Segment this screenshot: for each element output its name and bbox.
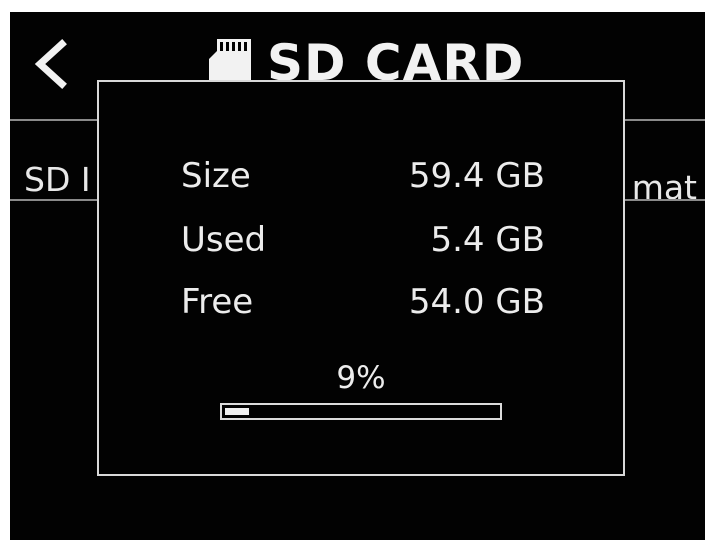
size-label: Size [181,156,251,196]
sd-card-screen: SD CARD SD I mat Size 59.4 GB Used 5.4 G… [10,12,705,540]
usage-progress-bar [220,403,502,420]
back-button[interactable] [22,34,82,94]
used-label: Used [181,220,267,260]
size-value: 59.4 GB [408,156,545,196]
usage-percent: 9% [336,360,386,396]
storage-info-popup: Size 59.4 GB Used 5.4 GB Free 54.0 GB 9% [97,80,625,476]
usage-progress-fill [225,408,249,415]
free-value: 54.0 GB [408,282,545,322]
menu-item-sd-info[interactable]: SD I [24,160,91,199]
free-row: Free 54.0 GB [181,282,545,326]
used-value: 5.4 GB [430,220,545,260]
chevron-left-icon [22,34,82,94]
menu-item-format[interactable]: mat [632,168,697,207]
free-label: Free [181,282,254,322]
used-row: Used 5.4 GB [181,220,545,264]
size-row: Size 59.4 GB [181,156,545,200]
